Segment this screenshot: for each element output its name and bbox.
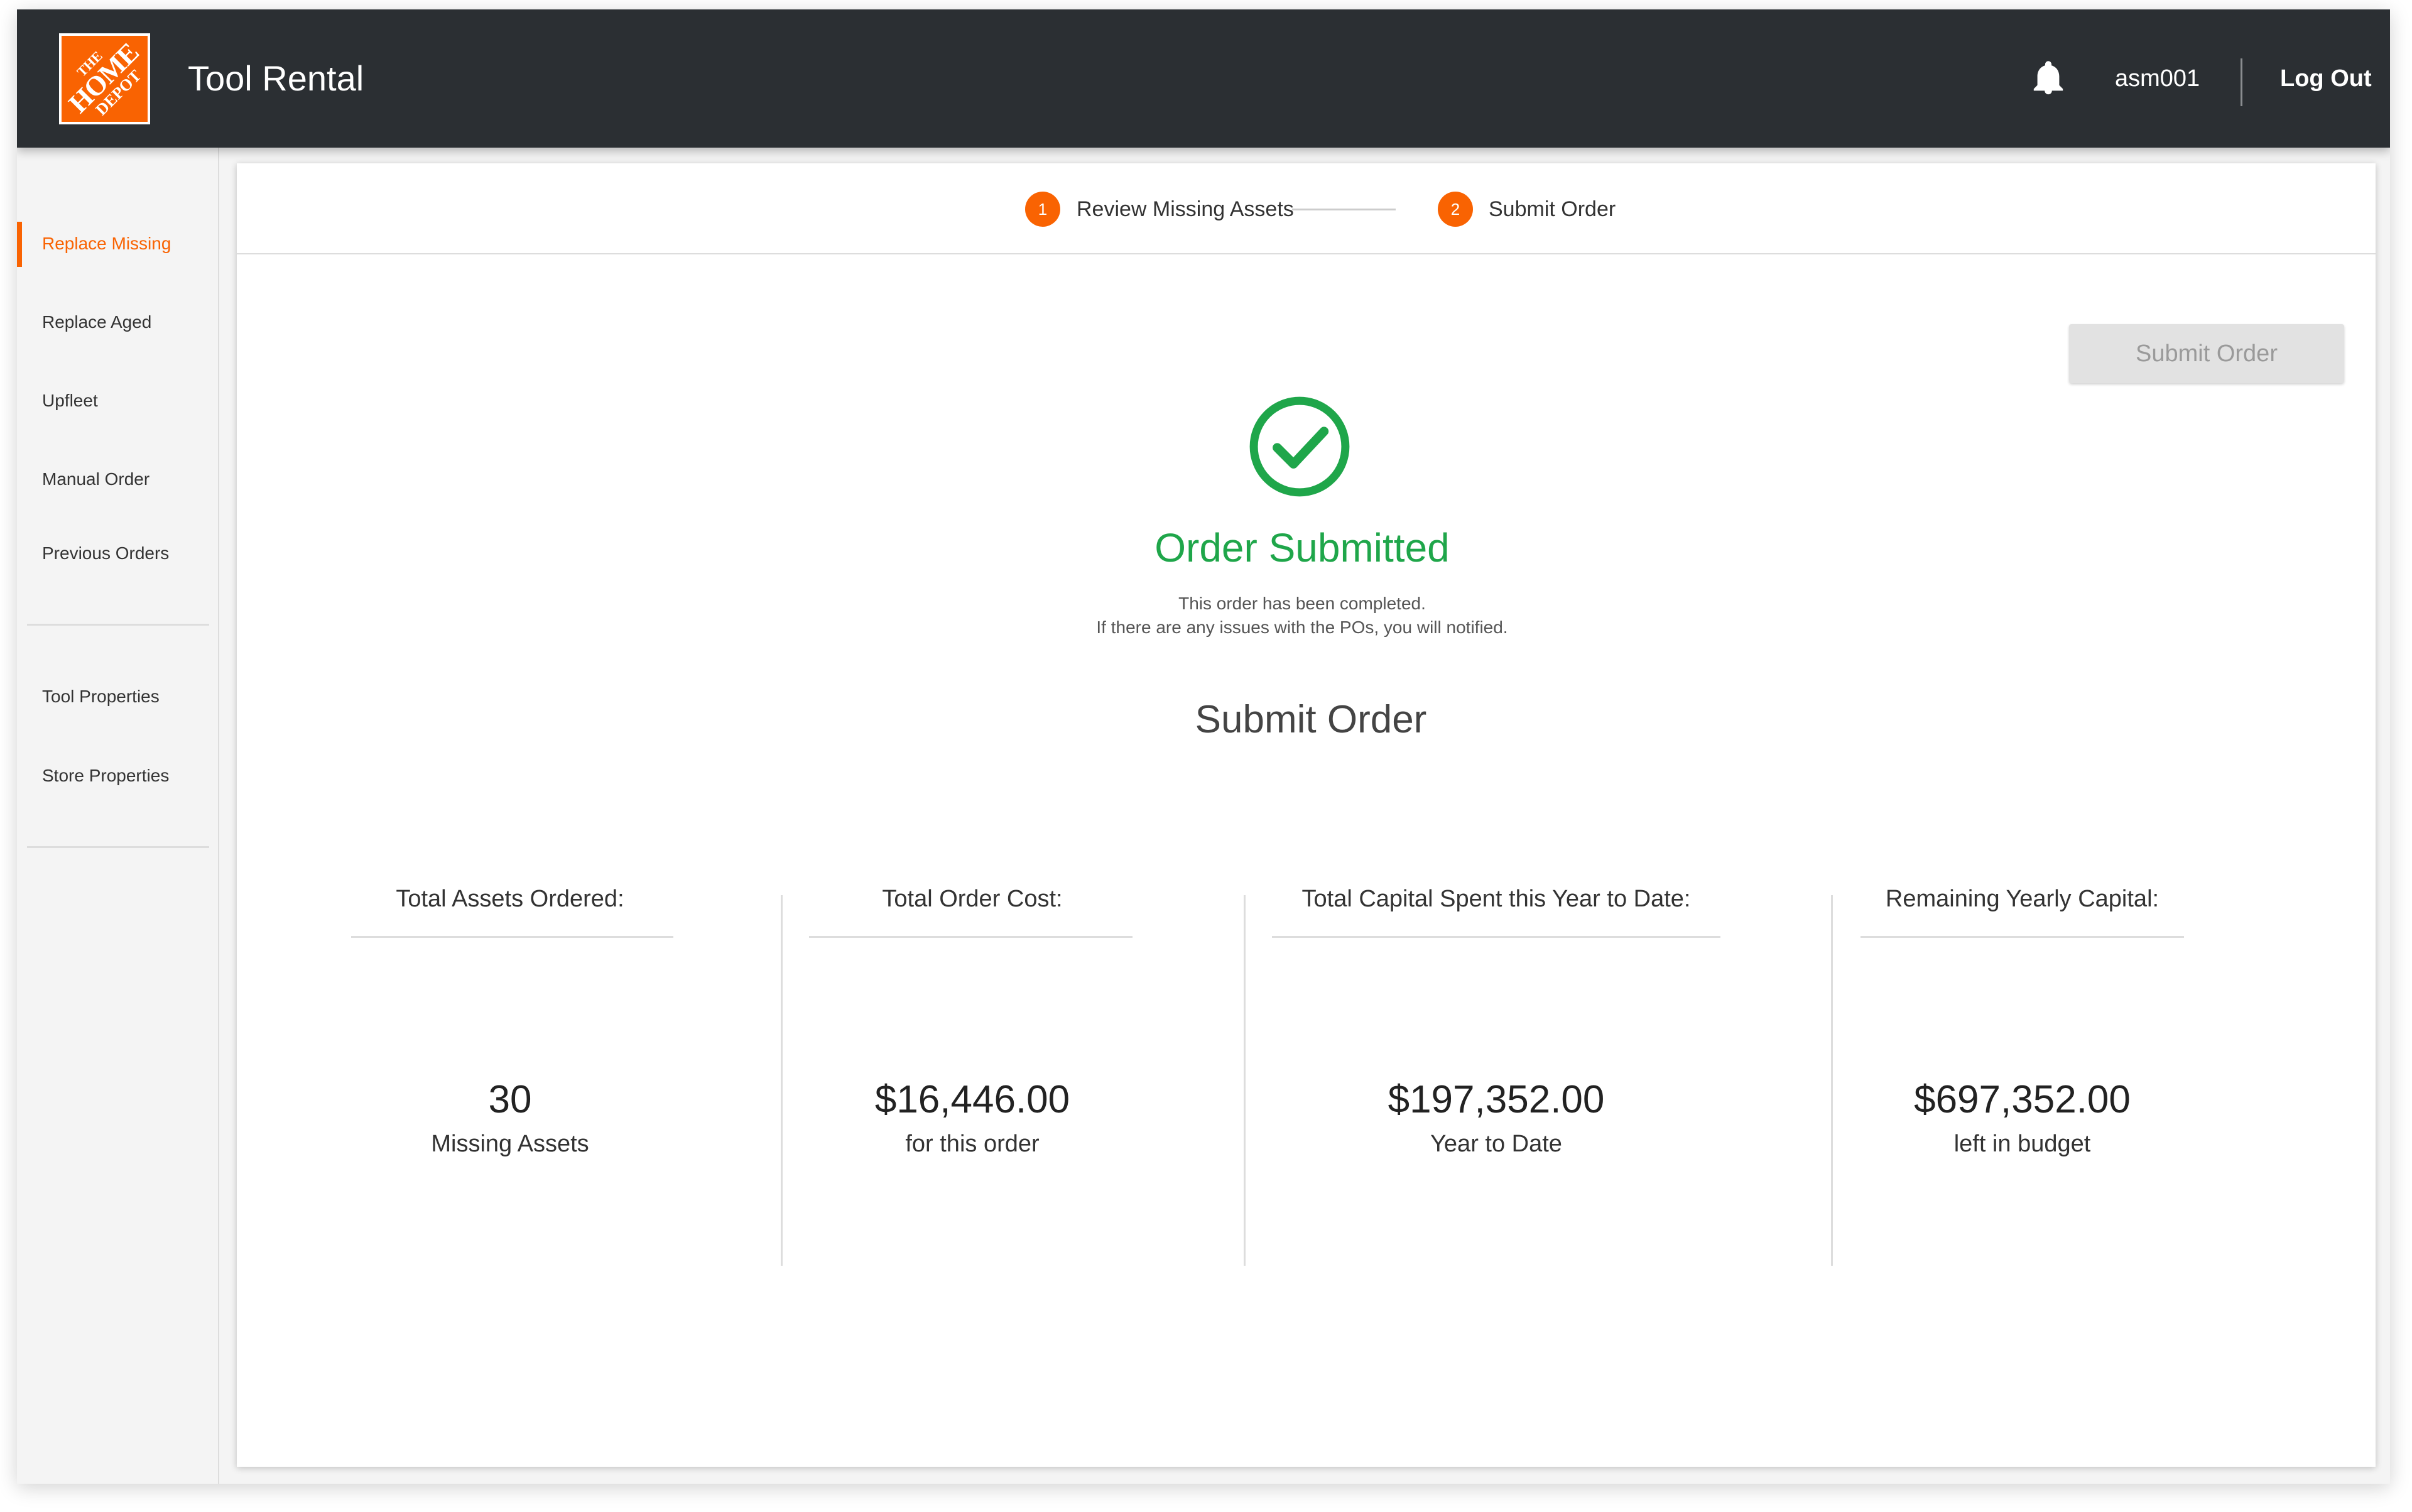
sidebar-item-previous-orders[interactable]: Previous Orders xyxy=(42,543,169,563)
step-2-number: 2 xyxy=(1438,192,1473,227)
stat-divider xyxy=(1244,895,1246,1266)
success-title: Order Submitted xyxy=(1154,525,1450,570)
stat-total-cost: Total Order Cost: $16,446.00 for this or… xyxy=(809,886,1136,1263)
sidebar-item-store-properties[interactable]: Store Properties xyxy=(42,766,169,786)
stat-underline xyxy=(1272,936,1720,938)
stat-heading: Total Order Cost: xyxy=(882,886,1063,912)
sidebar-item-replace-missing[interactable]: Replace Missing xyxy=(42,234,171,254)
stat-remaining-capital: Remaining Yearly Capital: $697,352.00 le… xyxy=(1861,886,2184,1263)
stat-heading: Remaining Yearly Capital: xyxy=(1885,886,2159,912)
home-depot-logo[interactable]: THE HOME DEPOT xyxy=(59,33,150,124)
sidebar: Replace Missing Replace Aged Upfleet Man… xyxy=(17,148,219,1484)
stat-total-assets: Total Assets Ordered: 30 Missing Assets xyxy=(347,886,673,1263)
submit-order-button[interactable]: Submit Order xyxy=(2069,324,2344,383)
logout-link[interactable]: Log Out xyxy=(2280,9,2372,148)
top-bar: THE HOME DEPOT Tool Rental asm001 Log Ou… xyxy=(17,9,2390,148)
stat-heading: Total Capital Spent this Year to Date: xyxy=(1301,886,1691,912)
stat-value: $16,446.00 xyxy=(874,1078,1070,1121)
stat-value: $197,352.00 xyxy=(1388,1078,1605,1121)
stat-value: $697,352.00 xyxy=(1914,1078,2131,1121)
check-circle-icon xyxy=(1249,396,1350,497)
active-indicator xyxy=(17,222,22,267)
username[interactable]: asm001 xyxy=(2115,9,2200,148)
stat-caption: Missing Assets xyxy=(431,1131,589,1157)
stat-caption: for this order xyxy=(905,1131,1040,1157)
step-connector xyxy=(1292,209,1396,210)
stat-heading: Total Assets Ordered: xyxy=(396,886,624,912)
stat-capital-spent: Total Capital Spent this Year to Date: $… xyxy=(1272,886,1720,1263)
header-divider xyxy=(2241,58,2242,106)
sidebar-item-upfleet[interactable]: Upfleet xyxy=(42,391,98,411)
app-title: Tool Rental xyxy=(188,58,364,98)
main-card: 1 Review Missing Assets 2 Submit Order S… xyxy=(237,163,2376,1467)
step-2-label[interactable]: Submit Order xyxy=(1489,192,1616,227)
success-message-line1: This order has been completed. xyxy=(1178,594,1426,613)
sidebar-item-replace-aged[interactable]: Replace Aged xyxy=(42,312,151,332)
sidebar-divider xyxy=(27,624,209,626)
bell-icon[interactable] xyxy=(2030,61,2067,97)
stat-caption: left in budget xyxy=(1953,1131,2091,1157)
stat-value: 30 xyxy=(488,1078,532,1121)
stat-underline xyxy=(1861,936,2184,938)
stat-underline xyxy=(809,936,1133,938)
app-window: THE HOME DEPOT Tool Rental asm001 Log Ou… xyxy=(17,9,2390,1484)
sidebar-divider xyxy=(27,846,209,848)
step-1-number: 1 xyxy=(1025,192,1060,227)
stepper: 1 Review Missing Assets 2 Submit Order xyxy=(237,163,2376,254)
stat-divider xyxy=(781,895,783,1266)
sidebar-item-tool-properties[interactable]: Tool Properties xyxy=(42,687,160,707)
section-title: Submit Order xyxy=(1195,698,1427,741)
success-message-line2: If there are any issues with the POs, yo… xyxy=(1096,617,1508,637)
step-1-label[interactable]: Review Missing Assets xyxy=(1077,192,1294,227)
stat-caption: Year to Date xyxy=(1430,1131,1562,1157)
stat-divider xyxy=(1831,895,1833,1266)
sidebar-item-manual-order[interactable]: Manual Order xyxy=(42,469,149,489)
stat-underline xyxy=(351,936,673,938)
